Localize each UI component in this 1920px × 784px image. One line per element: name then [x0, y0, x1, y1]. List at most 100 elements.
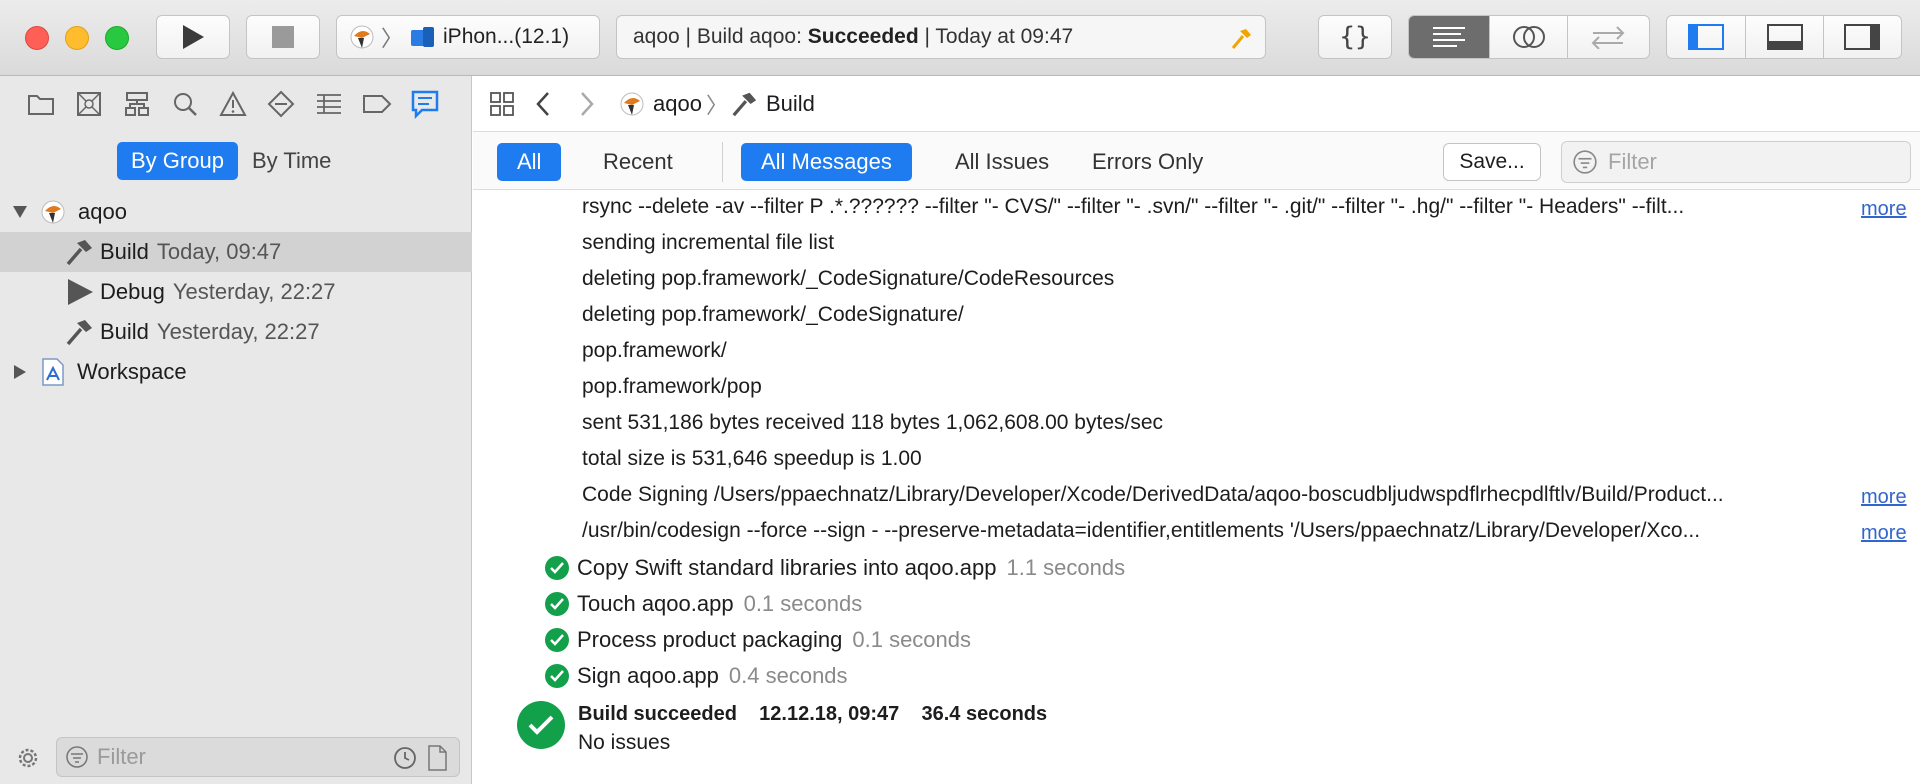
jumpbar-item[interactable]: Build	[766, 91, 815, 117]
arrows-icon	[1591, 26, 1625, 49]
source-control-icon[interactable]	[74, 89, 104, 119]
debug-navigator-icon[interactable]	[314, 89, 344, 119]
version-editor-button[interactable]	[1568, 16, 1649, 58]
hammer-icon	[66, 320, 92, 346]
log-line: deleting pop.framework/_CodeSignature/Co…	[582, 267, 1115, 290]
step-label: Copy Swift standard libraries into aqoo.…	[577, 555, 997, 580]
app-project-icon	[350, 25, 374, 49]
by-group-button[interactable]: By Group	[117, 142, 238, 180]
log-line: total size is 531,646 speedup is 1.00	[582, 447, 922, 470]
tree-item-time: Today, 09:47	[156, 239, 282, 264]
filter-icon	[1573, 150, 1597, 174]
toggle-inspector-button[interactable]	[1824, 16, 1901, 58]
log-filter-field[interactable]: Filter	[1561, 141, 1911, 183]
tree-item-time: Yesterday, 22:27	[156, 319, 320, 344]
scope-recent-button[interactable]: Recent	[583, 143, 693, 181]
chevron-right-icon: 〉	[705, 92, 728, 118]
step-duration: 0.1 seconds	[852, 627, 972, 652]
more-link[interactable]: more	[1861, 486, 1907, 509]
build-step-row[interactable]: Copy Swift standard libraries into aqoo.…	[545, 553, 1125, 583]
filter-icon	[66, 746, 88, 768]
errors-only-button[interactable]: Errors Only	[1072, 143, 1223, 181]
hammer-icon	[1231, 29, 1251, 49]
toggle-navigator-button[interactable]	[1667, 16, 1747, 58]
more-link[interactable]: more	[1861, 198, 1907, 221]
related-items-icon[interactable]	[489, 91, 515, 117]
bottom-panel-icon	[1766, 24, 1803, 50]
toggle-debug-area-button[interactable]	[1746, 16, 1824, 58]
step-label: Touch aqoo.app	[577, 591, 734, 616]
document-icon[interactable]	[427, 745, 447, 771]
gear-icon[interactable]	[15, 745, 41, 771]
success-check-icon	[545, 592, 569, 616]
hammer-icon	[66, 240, 92, 266]
build-step-row[interactable]: Process product packaging 0.1 seconds	[545, 625, 971, 655]
editor-mode-control	[1408, 15, 1650, 59]
all-issues-button[interactable]: All Issues	[935, 143, 1069, 181]
scope-all-button[interactable]: All	[497, 143, 562, 181]
tree-item-label: Build	[100, 319, 149, 344]
sidebar-filter-field[interactable]: Filter	[56, 737, 460, 777]
disclosure-collapsed-icon[interactable]	[13, 364, 27, 380]
play-icon	[68, 279, 93, 305]
jumpbar-project[interactable]: aqoo	[653, 91, 702, 117]
forward-arrow-icon[interactable]	[579, 91, 595, 117]
right-panel-icon	[1844, 24, 1881, 50]
app-project-icon	[41, 200, 65, 224]
jump-bar: aqoo 〉 Build	[473, 76, 1920, 132]
stop-icon	[272, 26, 294, 48]
view-toggle-control	[1666, 15, 1902, 59]
success-check-icon	[545, 664, 569, 688]
device-icon	[411, 27, 435, 47]
search-icon[interactable]	[170, 89, 200, 119]
close-window-button[interactable]	[25, 26, 49, 50]
tree-row-workspace[interactable]: Workspace	[0, 352, 472, 392]
warning-icon[interactable]	[218, 89, 248, 119]
scheme-selector[interactable]: 〉 iPhon...(12.1)	[336, 15, 600, 59]
run-button[interactable]	[156, 15, 230, 59]
device-name: iPhon...(12.1)	[443, 25, 570, 48]
back-arrow-icon[interactable]	[535, 91, 551, 117]
tree-row-debug[interactable]: Debug Yesterday, 22:27	[0, 272, 472, 312]
venn-icon	[1512, 26, 1545, 48]
log-line: pop.framework/	[582, 339, 727, 362]
zoom-window-button[interactable]	[105, 26, 129, 50]
workspace-label: Workspace	[77, 359, 187, 384]
standard-editor-button[interactable]	[1409, 16, 1491, 58]
log-line: pop.framework/pop	[582, 375, 762, 398]
braces-icon: {}	[1339, 22, 1371, 52]
code-review-button[interactable]: {}	[1318, 15, 1392, 59]
chevron-right-icon: 〉	[381, 26, 404, 51]
clock-icon[interactable]	[393, 746, 417, 770]
step-duration: 0.4 seconds	[728, 663, 848, 688]
symbol-hierarchy-icon[interactable]	[122, 89, 152, 119]
tree-item-label: Build	[100, 239, 149, 264]
disclosure-expanded-icon[interactable]	[12, 205, 28, 219]
report-editor: aqoo 〉 Build All Recent All Messages All…	[473, 76, 1920, 784]
assistant-editor-button[interactable]	[1490, 16, 1568, 58]
step-duration: 0.1 seconds	[743, 591, 863, 616]
build-log: rsync --delete -av --filter P .*.?????? …	[473, 190, 1920, 784]
report-navigator-icon[interactable]	[410, 89, 440, 119]
save-button[interactable]: Save...	[1443, 143, 1541, 181]
build-step-row[interactable]: Sign aqoo.app 0.4 seconds	[545, 661, 848, 691]
tree-row-build-yesterday[interactable]: Build Yesterday, 22:27	[0, 312, 472, 352]
folder-icon[interactable]	[26, 89, 56, 119]
stop-button[interactable]	[246, 15, 320, 59]
by-time-button[interactable]: By Time	[238, 142, 345, 180]
workspace-icon	[42, 358, 64, 386]
tree-row-build-today[interactable]: Build Today, 09:47	[0, 232, 472, 272]
all-messages-button[interactable]: All Messages	[741, 143, 912, 181]
build-result-title: Build succeeded 12.12.18, 09:47 36.4 sec…	[578, 703, 1048, 725]
breakpoint-icon[interactable]	[362, 89, 392, 119]
more-link[interactable]: more	[1861, 522, 1907, 545]
scope-bar: All Recent All Messages All Issues Error…	[473, 132, 1920, 190]
build-step-row[interactable]: Touch aqoo.app 0.1 seconds	[545, 589, 862, 619]
test-diamond-icon[interactable]	[266, 89, 296, 119]
step-duration: 1.1 seconds	[1006, 555, 1126, 580]
minimize-window-button[interactable]	[65, 26, 89, 50]
tree-row-project[interactable]: aqoo	[0, 192, 472, 232]
build-success-icon	[517, 701, 565, 749]
sidebar-filter-placeholder: Filter	[97, 744, 146, 769]
activity-suffix: | Today at 09:47	[918, 25, 1074, 48]
